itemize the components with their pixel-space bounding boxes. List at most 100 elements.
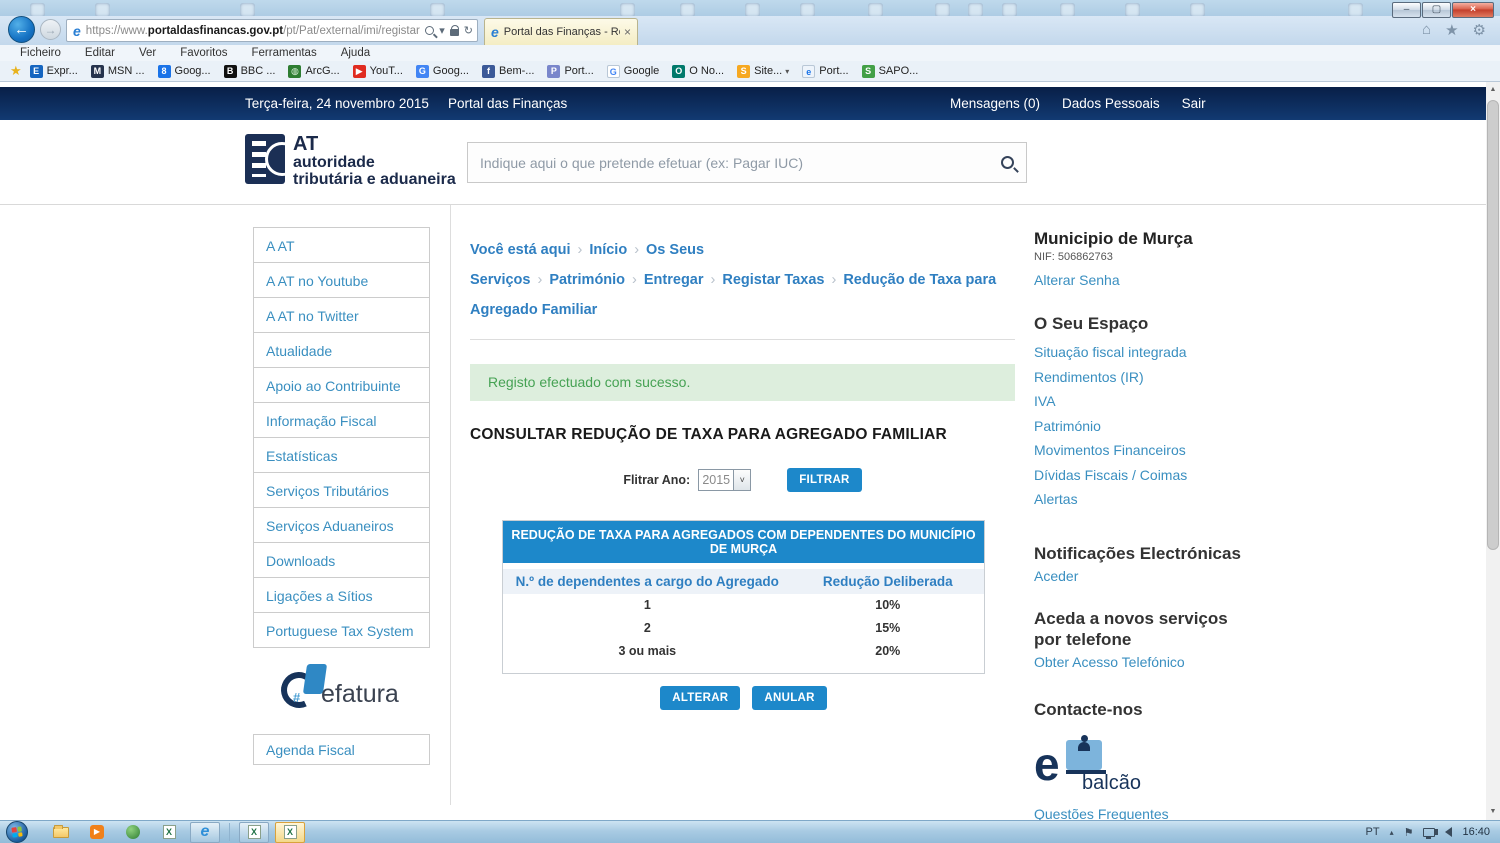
forward-button[interactable]: → [40,19,61,40]
breadcrumb-link[interactable]: Registar Taxas [722,272,824,288]
favorite-msn[interactable]: MMSN ... [91,65,145,78]
rightbar-link-patrim-nio[interactable]: Património [1034,414,1259,439]
clock[interactable]: 16:40 [1462,826,1490,838]
taskbar-app-spreadsheet-window-active[interactable]: X [275,822,305,843]
aceder-link[interactable]: Aceder [1034,568,1259,584]
taskbar-app-folder[interactable] [46,822,76,843]
rightbar-link-rendimentos-ir-[interactable]: Rendimentos (IR) [1034,365,1259,390]
favorite-youtube[interactable]: ▶YouT... [353,65,403,78]
menu-item-ficheiro[interactable]: Ficheiro [20,47,61,59]
menu-item-ajuda[interactable]: Ajuda [341,47,370,59]
favorite-google[interactable]: GGoogle [607,65,659,78]
breadcrumb-link[interactable]: Património [549,272,625,288]
rightbar-link-iva[interactable]: IVA [1034,389,1259,414]
acesso-telefonico-link[interactable]: Obter Acesso Telefónico [1034,654,1259,670]
sidebar-item-a-at[interactable]: A AT [253,227,430,263]
breadcrumb-link[interactable]: Início [589,242,627,258]
year-select[interactable]: 2015 ˅ [698,469,751,491]
favorite-facebook[interactable]: fBem-... [482,65,534,78]
menu-item-ferramentas[interactable]: Ferramentas [252,47,317,59]
portal-search-input[interactable] [480,155,1001,171]
tab-close-icon[interactable]: × [624,25,631,39]
scrollbar-thumb[interactable] [1487,100,1499,550]
contacte-nos-heading: Contacte-nos [1034,700,1259,720]
taskbar-app-globe[interactable] [118,822,148,843]
refresh-icon[interactable]: ↻ [464,24,473,37]
sidebar-item-a-at-no-twitter[interactable]: A AT no Twitter [253,297,430,333]
chevron-down-icon[interactable]: ▾ [439,24,445,37]
questoes-frequentes-link[interactable]: Questões Frequentes [1034,806,1259,820]
portal-search-icon[interactable] [1001,156,1014,169]
close-window-button[interactable]: × [1452,2,1494,18]
system-tray: PT ▴ ⚑ 16:40 [1366,826,1500,839]
windows-flag-icon [11,826,22,837]
sidebar-item-informa-o-fiscal[interactable]: Informação Fiscal [253,402,430,438]
scroll-up-icon[interactable]: ▲ [1486,82,1500,98]
taskbar-app-internet-explorer[interactable]: e [190,822,220,843]
favorite-o-no[interactable]: OO No... [672,65,724,78]
address-bar[interactable]: e https://www.portaldasfinancas.gov.pt/p… [66,19,478,42]
alterar-senha-link[interactable]: Alterar Senha [1034,272,1259,288]
dados-pessoais-link[interactable]: Dados Pessoais [1062,96,1160,111]
page-scrollbar[interactable]: ▲ ▼ [1486,82,1500,820]
volume-icon[interactable] [1445,827,1452,837]
back-button[interactable]: ← [8,16,35,43]
scroll-down-icon[interactable]: ▼ [1486,804,1500,820]
anular-button[interactable]: ANULAR [752,686,826,710]
sidebar-item-a-at-no-youtube[interactable]: A AT no Youtube [253,262,430,298]
sidebar-item-apoio-ao-contribuinte[interactable]: Apoio ao Contribuinte [253,367,430,403]
sidebar-item-agenda-fiscal[interactable]: Agenda Fiscal [253,734,430,765]
breadcrumb-link[interactable]: Entregar [644,272,704,288]
gear-icon[interactable]: ⚙ [1473,21,1486,39]
taskbar-app-media-player[interactable]: ▶ [82,822,112,843]
rightbar-link-d-vidas-fiscais-coimas[interactable]: Dívidas Fiscais / Coimas [1034,463,1259,488]
favorite-portal[interactable]: PPort... [547,65,593,78]
menu-item-favoritos[interactable]: Favoritos [180,47,227,59]
favorites-bar-star-icon[interactable]: ★ [10,63,22,79]
browser-tab[interactable]: e Portal das Finanças - Reduç... × [484,18,638,45]
favorite-bbc[interactable]: BBBC ... [224,65,276,78]
sidebar-item-downloads[interactable]: Downloads [253,542,430,578]
sidebar-item-atualidade[interactable]: Atualidade [253,332,430,368]
favorite-portal-financas[interactable]: ePort... [802,65,848,78]
sidebar-item-servi-os-tribut-rios[interactable]: Serviços Tributários [253,472,430,508]
home-icon[interactable]: ⌂ [1422,21,1431,39]
favorite-arcgis[interactable]: ◍ArcG... [288,65,339,78]
taskbar-app-spreadsheet[interactable]: X [154,822,184,843]
select-caret-icon[interactable]: ˅ [733,470,750,490]
rightbar-link-alertas[interactable]: Alertas [1034,487,1259,512]
favorite-google-maps[interactable]: GGoog... [416,65,469,78]
maximize-button[interactable]: ▢ [1422,2,1451,18]
sidebar-item-portuguese-tax-system[interactable]: Portuguese Tax System [253,612,430,648]
portal-search-box[interactable] [467,142,1027,183]
chevron-right-icon: › [831,272,836,288]
rightbar-link-situa-o-fiscal-integrada[interactable]: Situação fiscal integrada [1034,340,1259,365]
sidebar-item-servi-os-aduaneiros[interactable]: Serviços Aduaneiros [253,507,430,543]
alterar-button[interactable]: ALTERAR [660,686,740,710]
favorites-star-icon[interactable]: ★ [1445,21,1458,39]
at-logo[interactable]: AT autoridade tributária e aduaneira [245,134,456,189]
favorite-google-8[interactable]: 8Goog... [158,65,211,78]
favorite-site[interactable]: SSite...▾ [737,65,789,78]
rightbar-link-movimentos-financeiros[interactable]: Movimentos Financeiros [1034,438,1259,463]
action-center-flag-icon[interactable]: ⚑ [1404,826,1414,839]
efatura-logo[interactable]: # efatura [281,668,411,716]
ebalcao-logo[interactable]: e balcão [1034,738,1164,796]
favorite-expresso[interactable]: EExpr... [30,65,78,78]
sidebar-item-estat-sticas[interactable]: Estatísticas [253,437,430,473]
menu-item-editar[interactable]: Editar [85,47,115,59]
favorite-sapo[interactable]: SSAPO... [862,65,919,78]
minimize-button[interactable]: – [1392,2,1421,18]
taskbar-app-spreadsheet-window[interactable]: X [239,822,269,843]
mensagens-link[interactable]: Mensagens (0) [950,96,1040,111]
sair-link[interactable]: Sair [1182,96,1206,111]
portal-icon: P [547,65,560,78]
menu-item-ver[interactable]: Ver [139,47,156,59]
hidden-icons-icon[interactable]: ▴ [1390,828,1394,837]
search-icon[interactable] [425,26,434,35]
filtrar-button[interactable]: FILTRAR [787,468,861,492]
sidebar-item-liga-es-a-s-tios[interactable]: Ligações a Sítios [253,577,430,613]
url-text[interactable]: https://www.portaldasfinancas.gov.pt/pt/… [86,25,420,37]
start-button[interactable] [6,821,28,843]
language-indicator[interactable]: PT [1366,826,1380,838]
